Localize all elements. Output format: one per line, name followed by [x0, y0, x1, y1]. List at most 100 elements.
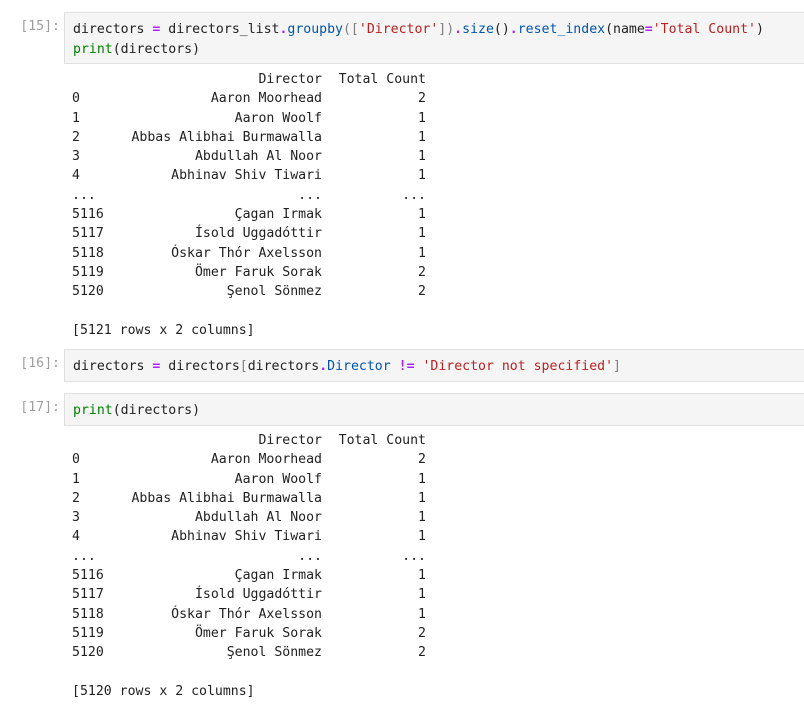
- code-input[interactable]: directors = directors_list. groupby(['Dir…: [64, 12, 804, 64]
- total-count: 2: [418, 625, 426, 641]
- director-name: Ömer Faruk Sorak: [194, 625, 322, 641]
- table-row: 5116 Çagan Irmak 1: [72, 566, 426, 585]
- code-token: print: [73, 41, 113, 57]
- director-name: Director: [258, 72, 322, 87]
- table-row: 5118 Óskar Thór Axelsson 1: [72, 605, 426, 624]
- dataframe-shape-summary: [5120 rows x 2 columns]: [72, 683, 255, 699]
- row-index: 5117: [72, 587, 104, 603]
- table-row: 4 Abhinav Shiv Tiwari 1: [72, 527, 426, 546]
- table-row: 5120 Şenol Sönmez 2: [72, 643, 426, 662]
- director-name: Ömer Faruk Sorak: [194, 264, 322, 280]
- table-row: 5119 Ömer Faruk Sorak 2: [72, 624, 426, 643]
- code-token: 'Total Count': [652, 22, 756, 37]
- director-name: Ísold Uggadóttir: [194, 226, 322, 242]
- table-row: 3 Abdullah Al Noor 1: [72, 147, 426, 166]
- director-name: Çagan Irmak: [234, 207, 322, 223]
- total-count: 1: [418, 606, 426, 622]
- director-name: Aaron Woolf: [234, 110, 322, 126]
- row-index: 5119: [72, 625, 104, 641]
- row-index: 5116: [72, 207, 104, 223]
- cell-output: Director Total Count 0 Aaron Moorhead 2 1 Aaro…: [72, 431, 426, 701]
- code-input[interactable]: directors = directors[directors.Director…: [64, 349, 804, 382]
- director-name: ...: [298, 548, 322, 564]
- total-count: 1: [418, 149, 426, 165]
- row-index: 5118: [72, 245, 104, 261]
- row-index: 3: [72, 149, 80, 165]
- code-token: .: [454, 22, 463, 37]
- code-token: ([: [342, 22, 359, 37]
- director-name: Abdullah Al Noor: [194, 510, 322, 526]
- row-index: ...: [72, 548, 96, 564]
- total-count: 2: [418, 284, 426, 300]
- code-line: directors = directors[directors.Director…: [73, 357, 804, 377]
- code-token: (name: [605, 22, 645, 37]
- total-count: 1: [418, 226, 426, 242]
- director-name: Abhinav Shiv Tiwari: [171, 168, 322, 184]
- code-token: (directors): [112, 41, 201, 57]
- code-token: (directors): [112, 403, 201, 418]
- table-row: .........: [72, 186, 426, 205]
- row-index: 4: [72, 529, 80, 545]
- total-count: 2: [418, 264, 426, 280]
- cell-prompt: [17]:: [20, 400, 60, 415]
- code-line: print(directors): [73, 401, 804, 421]
- table-row: 1 Aaron Woolf 1: [72, 109, 426, 128]
- total-count: 1: [418, 207, 426, 223]
- total-count: 1: [418, 245, 426, 261]
- table-row: 5117 Ísold Uggadóttir 1: [72, 585, 426, 604]
- director-name: Ísold Uggadóttir: [194, 587, 322, 603]
- code-token: ): [755, 22, 764, 37]
- row-index: 0: [72, 91, 80, 107]
- row-index: 5120: [72, 284, 104, 300]
- row-index: 5117: [72, 226, 104, 242]
- director-name: Aaron Moorhead: [210, 91, 322, 107]
- table-row: 5118 Óskar Thór Axelsson 1: [72, 244, 426, 263]
- director-name: Çagan Irmak: [234, 568, 322, 584]
- code-token: Director: [327, 359, 391, 374]
- code-token: .: [509, 22, 518, 37]
- table-row: 5116 Çagan Irmak 1: [72, 205, 426, 224]
- total-count: 2: [418, 91, 426, 107]
- total-count: 2: [418, 452, 426, 468]
- director-name: Aaron Woolf: [234, 471, 322, 487]
- code-token: ]: [613, 359, 621, 374]
- total-count: 1: [418, 510, 426, 526]
- director-name: Abbas Alibhai Burmawalla: [131, 129, 322, 145]
- code-token: groupby: [287, 22, 343, 37]
- row-index: 5119: [72, 264, 104, 280]
- cell-prompt: [16]:: [20, 356, 60, 371]
- table-row: 3 Abdullah Al Noor 1: [72, 508, 426, 527]
- code-token: (): [493, 22, 510, 37]
- table-row: 4 Abhinav Shiv Tiwari 1: [72, 166, 426, 185]
- table-row: 0 Aaron Moorhead 2: [72, 450, 426, 469]
- total-count: 1: [418, 587, 426, 603]
- code-token: directors_list: [160, 22, 280, 37]
- row-index: 3: [72, 510, 80, 526]
- director-name: Abdullah Al Noor: [194, 149, 322, 165]
- row-index: 4: [72, 168, 80, 184]
- table-row: 5120 Şenol Sönmez 2: [72, 282, 426, 301]
- code-token: 'Director': [358, 22, 439, 37]
- row-index: 1: [72, 471, 80, 487]
- total-count: 1: [418, 529, 426, 545]
- total-count: ...: [402, 548, 426, 564]
- table-row: 1 Aaron Woolf 1: [72, 470, 426, 489]
- total-count: ...: [402, 187, 426, 203]
- row-index: ...: [72, 187, 96, 203]
- table-row: 2 Abbas Alibhai Burmawalla 1: [72, 128, 426, 147]
- director-name: Director: [258, 433, 322, 448]
- code-token: =: [644, 22, 653, 37]
- director-name: Óskar Thór Axelsson: [171, 606, 322, 622]
- code-token: reset_index: [517, 22, 606, 37]
- code-token: [: [239, 359, 248, 374]
- code-token: directors: [73, 22, 153, 37]
- table-row: 5119 Ömer Faruk Sorak 2: [72, 263, 426, 282]
- total-count: Total Count: [338, 72, 426, 87]
- total-count: 1: [418, 168, 426, 184]
- table-row: 2 Abbas Alibhai Burmawalla 1: [72, 489, 426, 508]
- code-input[interactable]: print(directors): [64, 393, 804, 426]
- row-index: 5118: [72, 606, 104, 622]
- row-index: 2: [72, 490, 80, 506]
